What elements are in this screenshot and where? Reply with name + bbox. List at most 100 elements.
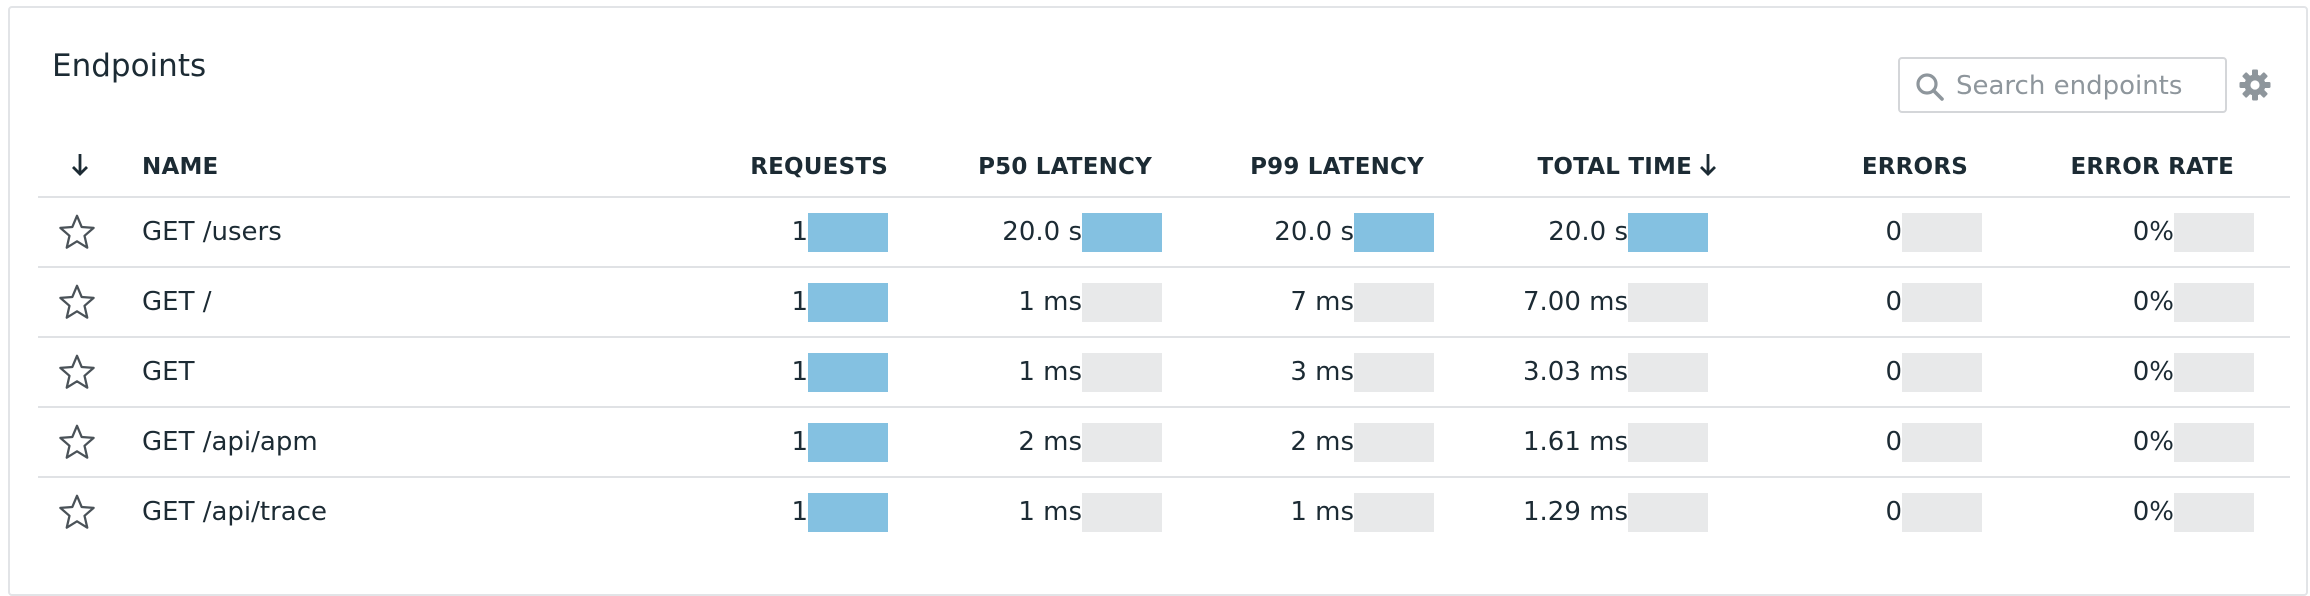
search-input[interactable] <box>1956 63 2218 109</box>
requests-value: 1 <box>791 497 808 527</box>
p50-latency-value: 20.0 s <box>1002 217 1082 247</box>
p99-latency-value: 3 ms <box>1290 357 1354 387</box>
column-header-name-label: NAME <box>142 154 219 180</box>
endpoint-name[interactable]: GET <box>142 338 194 406</box>
errors-bar <box>1902 213 1982 252</box>
total-time-bar <box>1628 423 1708 462</box>
errors-value: 0 <box>1885 217 1902 247</box>
requests-bar-fill <box>808 423 888 462</box>
endpoint-name[interactable]: GET / <box>142 268 211 336</box>
requests-value: 1 <box>791 217 808 247</box>
column-header-total-label: TOTAL TIME <box>1537 154 1692 180</box>
errors-bar <box>1902 283 1982 322</box>
total-time-bar <box>1628 213 1708 252</box>
error-rate-value: 0% <box>2132 357 2174 387</box>
requests-bar <box>808 493 888 532</box>
error-rate-value: 0% <box>2132 497 2174 527</box>
requests-bar <box>808 353 888 392</box>
column-header-p99-label: P99 LATENCY <box>1250 154 1424 180</box>
error-rate-bar <box>2174 423 2254 462</box>
p99-latency-value: 20.0 s <box>1274 217 1354 247</box>
column-header-p50-latency[interactable]: P50 LATENCY <box>888 150 1152 196</box>
requests-bar-fill <box>808 353 888 392</box>
table-row[interactable]: GET /api/apm 1 2 ms 2 ms 1.61 ms 0 0% <box>38 406 2290 476</box>
table-row[interactable]: GET 1 1 ms 3 ms 3.03 ms 0 0% <box>38 336 2290 406</box>
errors-value: 0 <box>1885 357 1902 387</box>
requests-bar <box>808 283 888 322</box>
total-time-bar <box>1628 493 1708 532</box>
search-box[interactable] <box>1898 57 2227 113</box>
errors-value: 0 <box>1885 287 1902 317</box>
star-outline-icon[interactable] <box>58 283 96 321</box>
p99-latency-value: 7 ms <box>1290 287 1354 317</box>
p99-latency-value: 2 ms <box>1290 427 1354 457</box>
table-row[interactable]: GET /users 1 20.0 s 20.0 s 20.0 s 0 0% <box>38 196 2290 266</box>
error-rate-bar <box>2174 353 2254 392</box>
total-time-bar <box>1628 283 1708 322</box>
endpoint-name[interactable]: GET /api/apm <box>142 408 318 476</box>
star-outline-icon[interactable] <box>58 423 96 461</box>
table-row[interactable]: GET /api/trace 1 1 ms 1 ms 1.29 ms 0 0% <box>38 476 2290 546</box>
error-rate-value: 0% <box>2132 217 2174 247</box>
endpoint-name[interactable]: GET /api/trace <box>142 478 327 546</box>
requests-bar-fill <box>808 493 888 532</box>
column-header-name[interactable]: NAME <box>142 150 218 196</box>
p50-latency-bar-fill <box>1082 213 1162 252</box>
total-time-bar-fill <box>1628 213 1708 252</box>
column-header-p99-latency[interactable]: P99 LATENCY <box>1158 150 1424 196</box>
table-row[interactable]: GET / 1 1 ms 7 ms 7.00 ms 0 0% <box>38 266 2290 336</box>
star-outline-icon[interactable] <box>58 353 96 391</box>
endpoints-panel: Endpoints NAME REQUESTS <box>8 6 2308 596</box>
requests-bar-fill <box>808 283 888 322</box>
star-outline-icon[interactable] <box>58 493 96 531</box>
column-header-requests[interactable]: REQUESTS <box>638 150 888 196</box>
favorite-sort-header[interactable] <box>70 150 100 196</box>
errors-value: 0 <box>1885 427 1902 457</box>
error-rate-bar <box>2174 283 2254 322</box>
requests-value: 1 <box>791 427 808 457</box>
p50-latency-value: 2 ms <box>1018 427 1082 457</box>
p50-latency-bar <box>1082 493 1162 532</box>
error-rate-bar <box>2174 213 2254 252</box>
total-time-value: 1.61 ms <box>1522 427 1628 457</box>
requests-bar-fill <box>808 213 888 252</box>
p99-latency-value: 1 ms <box>1290 497 1354 527</box>
p50-latency-value: 1 ms <box>1018 357 1082 387</box>
column-header-p50-label: P50 LATENCY <box>978 154 1152 180</box>
total-time-bar <box>1628 353 1708 392</box>
error-rate-value: 0% <box>2132 287 2174 317</box>
p50-latency-bar <box>1082 353 1162 392</box>
requests-bar <box>808 423 888 462</box>
column-header-error-rate-label: ERROR RATE <box>2070 154 2234 180</box>
p50-latency-bar <box>1082 423 1162 462</box>
total-time-value: 20.0 s <box>1548 217 1628 247</box>
errors-bar <box>1902 423 1982 462</box>
arrow-down-icon <box>72 154 88 176</box>
arrow-down-icon <box>1700 154 1716 176</box>
table-header: NAME REQUESTS P50 LATENCY P99 LATENCY TO… <box>38 150 2290 196</box>
error-rate-value: 0% <box>2132 427 2174 457</box>
search-icon <box>1916 73 1944 101</box>
total-time-value: 3.03 ms <box>1522 357 1628 387</box>
errors-bar <box>1902 493 1982 532</box>
panel-title: Endpoints <box>52 48 207 84</box>
total-time-value: 1.29 ms <box>1522 497 1628 527</box>
p50-latency-value: 1 ms <box>1018 497 1082 527</box>
errors-value: 0 <box>1885 497 1902 527</box>
endpoint-name[interactable]: GET /users <box>142 198 282 266</box>
p50-latency-value: 1 ms <box>1018 287 1082 317</box>
star-outline-icon[interactable] <box>58 213 96 251</box>
p50-latency-bar <box>1082 283 1162 322</box>
column-header-total-time[interactable]: TOTAL TIME <box>1418 150 1718 196</box>
column-header-errors[interactable]: ERRORS <box>1738 150 1968 196</box>
column-header-requests-label: REQUESTS <box>750 154 888 180</box>
total-time-value: 7.00 ms <box>1522 287 1628 317</box>
requests-bar <box>808 213 888 252</box>
errors-bar <box>1902 353 1982 392</box>
column-header-errors-label: ERRORS <box>1861 154 1968 180</box>
column-header-error-rate[interactable]: ERROR RATE <box>1978 150 2234 196</box>
gear-icon[interactable] <box>2238 68 2272 102</box>
requests-value: 1 <box>791 357 808 387</box>
requests-value: 1 <box>791 287 808 317</box>
p50-latency-bar <box>1082 213 1162 252</box>
